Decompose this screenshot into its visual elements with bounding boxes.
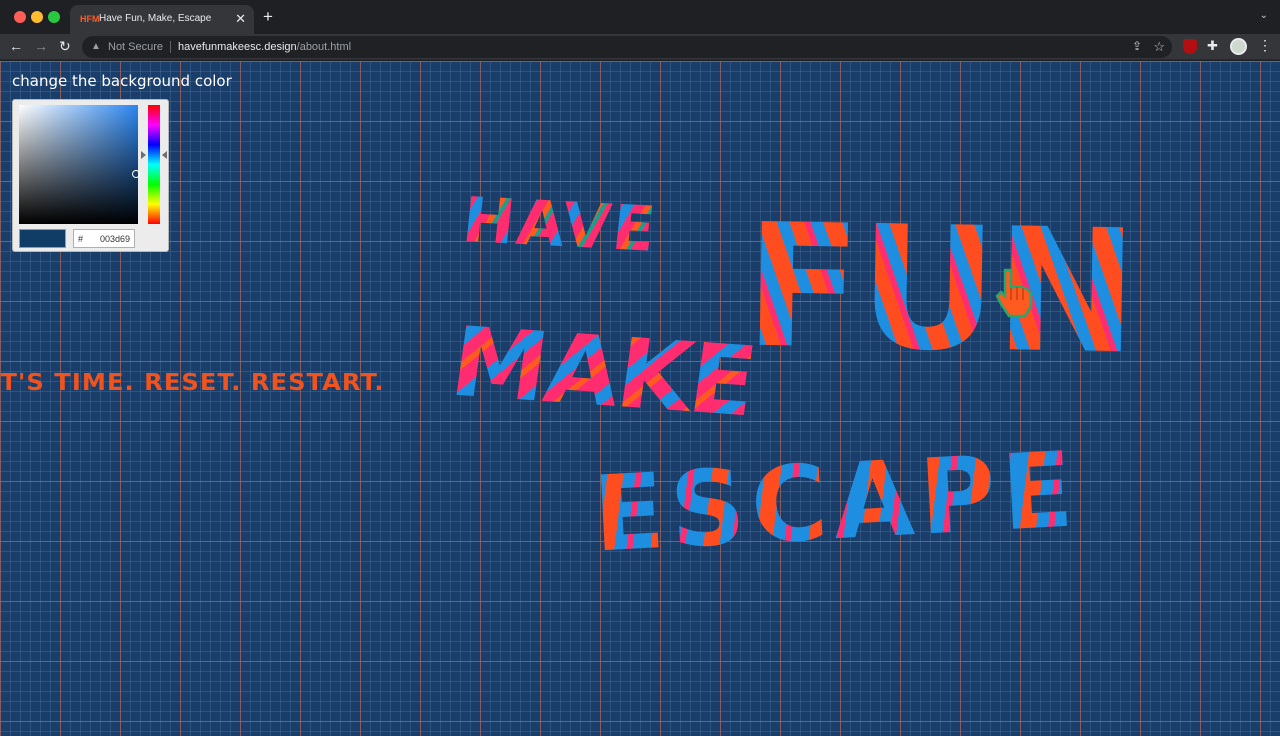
browser-tab[interactable]: HFM Have Fun, Make, Escape ✕ bbox=[70, 5, 254, 34]
artwork-word-make: MAKE bbox=[444, 305, 762, 439]
browser-menu-icon[interactable]: ⋮ bbox=[1258, 37, 1272, 53]
hand-pointer-cursor-icon bbox=[995, 268, 1033, 318]
back-arrow-icon[interactable]: ← bbox=[9, 38, 23, 54]
hex-prefix: # bbox=[78, 234, 84, 244]
new-tab-button[interactable]: + bbox=[263, 8, 273, 26]
scrolling-tagline: 'T'S TIME. RESET. RESTART. bbox=[0, 370, 385, 396]
url-text[interactable]: havefunmakeesc.design/about.html bbox=[178, 41, 351, 53]
security-status[interactable]: Not Secure bbox=[108, 41, 163, 53]
profile-avatar[interactable] bbox=[1230, 38, 1247, 55]
address-bar[interactable]: ▲ Not Secure havefunmakeesc.design/about… bbox=[82, 36, 1172, 58]
background-color-label: change the background color bbox=[12, 72, 232, 90]
saturation-value-field[interactable] bbox=[19, 105, 138, 224]
maximize-window-button[interactable] bbox=[48, 11, 60, 23]
artwork-word-fun: FUN bbox=[743, 187, 1138, 393]
share-icon[interactable]: ⇪ bbox=[1132, 39, 1142, 53]
bookmark-star-icon[interactable]: ☆ bbox=[1153, 39, 1165, 55]
artwork-word-escape: ESCAPE bbox=[590, 428, 1082, 576]
forward-arrow-icon[interactable]: → bbox=[34, 38, 48, 54]
warning-triangle-icon: ▲ bbox=[91, 41, 101, 52]
hex-input[interactable]: # 003d69 bbox=[73, 229, 135, 248]
url-host: havefunmakeesc.design bbox=[178, 41, 297, 53]
color-handle[interactable] bbox=[132, 170, 140, 178]
hue-arrow-left-icon[interactable] bbox=[141, 151, 146, 159]
hex-value: 003d69 bbox=[99, 234, 130, 244]
artwork-word-have: HAVE bbox=[459, 183, 661, 266]
browser-titlebar: HFM Have Fun, Make, Escape ✕ + ⌄ bbox=[0, 0, 1280, 34]
hue-slider[interactable] bbox=[148, 105, 160, 224]
omnibox-divider bbox=[170, 41, 171, 53]
tab-title: Have Fun, Make, Escape bbox=[99, 13, 212, 24]
tab-search-chevron-icon[interactable]: ⌄ bbox=[1260, 10, 1268, 21]
page-viewport: change the background color # 003d69 'T'… bbox=[0, 61, 1280, 736]
ublock-extension-icon[interactable] bbox=[1183, 39, 1197, 54]
selected-color-swatch bbox=[19, 229, 66, 248]
url-path: /about.html bbox=[296, 41, 352, 53]
color-picker: # 003d69 bbox=[12, 99, 169, 252]
close-window-button[interactable] bbox=[14, 11, 26, 23]
extensions-puzzle-icon[interactable]: ✚ bbox=[1207, 38, 1218, 54]
close-tab-icon[interactable]: ✕ bbox=[235, 11, 246, 27]
site-favicon-icon: HFM bbox=[80, 14, 100, 24]
reload-icon[interactable]: ↻ bbox=[59, 38, 71, 54]
hue-arrow-right-icon[interactable] bbox=[162, 151, 167, 159]
minimize-window-button[interactable] bbox=[31, 11, 43, 23]
browser-toolbar: ← → ↻ ▲ Not Secure havefunmakeesc.design… bbox=[0, 34, 1280, 60]
